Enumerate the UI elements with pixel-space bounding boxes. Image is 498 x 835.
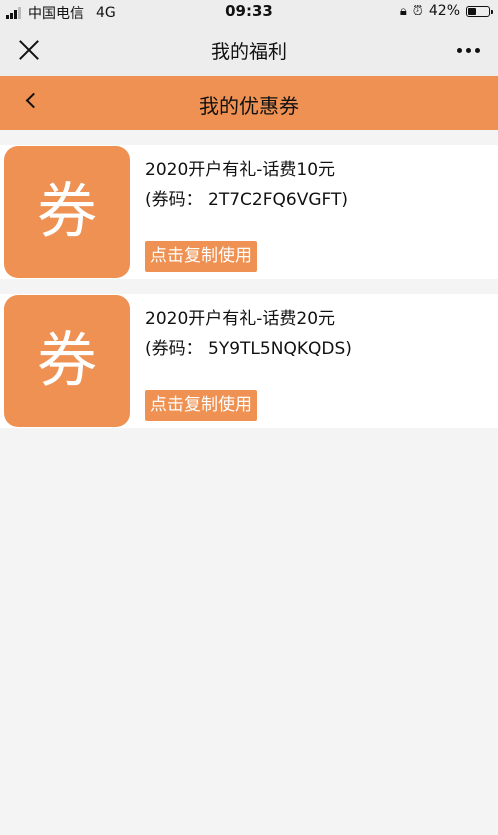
rotation-lock-icon: 🔒︎ [399,3,407,19]
coupon-card: 券 2020开户有礼-话费20元 (券码： 5Y9TL5NQKQDS) 点击复制… [0,294,498,428]
page-title: 我的福利 [210,41,287,63]
status-bar: 中国电信 4G 09:33 🔒︎ ⏰︎ 42% [0,0,498,24]
coupon-card: 券 2020开户有礼-话费10元 (券码： 2T7C2FQ6VGFT) 点击复制… [0,145,498,279]
coupon-title: 2020开户有礼-话费20元 [145,309,336,329]
battery-percent: 42% [428,3,460,19]
coupon-code: (券码： 2T7C2FQ6VGFT) [145,190,349,210]
more-icon[interactable] [453,48,480,53]
battery-icon [466,5,493,17]
coupon-title: 2020开户有礼-话费10元 [145,160,336,180]
coupon-badge: 券 [4,295,130,427]
header-title: 我的优惠券 [199,94,299,118]
status-right: 🔒︎ ⏰︎ 42% [399,3,493,19]
copy-code-button[interactable]: 点击复制使用 [145,390,257,421]
coupon-badge: 券 [4,146,130,278]
coupon-code: (券码： 5Y9TL5NQKQDS) [145,339,352,359]
title-bar: 我的福利 [0,24,498,76]
coupon-header: 我的优惠券 [0,76,498,130]
copy-code-button[interactable]: 点击复制使用 [145,241,257,272]
alarm-icon: ⏰︎ [412,3,423,19]
